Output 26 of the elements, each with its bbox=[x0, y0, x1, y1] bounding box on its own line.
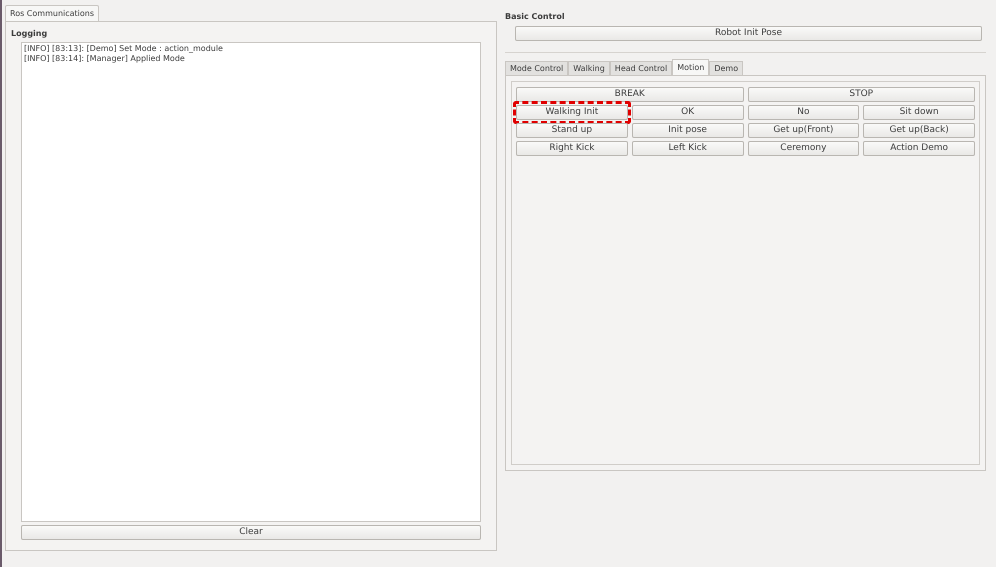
robot-init-pose-button[interactable]: Robot Init Pose bbox=[515, 26, 982, 41]
panel-tab[interactable]: Ros Communications bbox=[5, 5, 100, 21]
motion-button[interactable]: Get up(Back) bbox=[863, 123, 975, 138]
motion-button[interactable]: Ceremony bbox=[748, 141, 860, 156]
tab[interactable]: Head Control bbox=[610, 61, 672, 75]
tab[interactable]: Demo bbox=[709, 61, 744, 75]
motion-button[interactable]: Get up(Front) bbox=[748, 123, 860, 138]
section-title: Basic Control bbox=[505, 11, 566, 23]
motion-button[interactable]: Walking Init bbox=[516, 105, 628, 120]
log-line: [INFO] [83:13]: [Demo] Set Mode : action_module bbox=[24, 44, 224, 54]
motion-button[interactable]: BREAK bbox=[516, 87, 744, 102]
tab[interactable]: Motion bbox=[672, 59, 710, 75]
log-line: [INFO] [83:14]: [Manager] Applied Mode bbox=[24, 54, 186, 64]
motion-button[interactable]: Stand up bbox=[516, 123, 628, 138]
section-title: Logging bbox=[11, 28, 48, 40]
tab[interactable]: Walking bbox=[568, 61, 610, 75]
motion-button[interactable]: STOP bbox=[748, 87, 975, 102]
tab[interactable]: Mode Control bbox=[505, 61, 568, 75]
motion-button[interactable]: Action Demo bbox=[863, 141, 975, 156]
clear-button[interactable]: Clear bbox=[21, 525, 481, 540]
motion-button[interactable]: Right Kick bbox=[516, 141, 628, 156]
motion-button[interactable]: No bbox=[748, 105, 860, 120]
motion-button[interactable]: OK bbox=[632, 105, 744, 120]
motion-button[interactable]: Init pose bbox=[632, 123, 744, 138]
motion-button[interactable]: Sit down bbox=[863, 105, 975, 120]
motion-button[interactable]: Left Kick bbox=[632, 141, 744, 156]
